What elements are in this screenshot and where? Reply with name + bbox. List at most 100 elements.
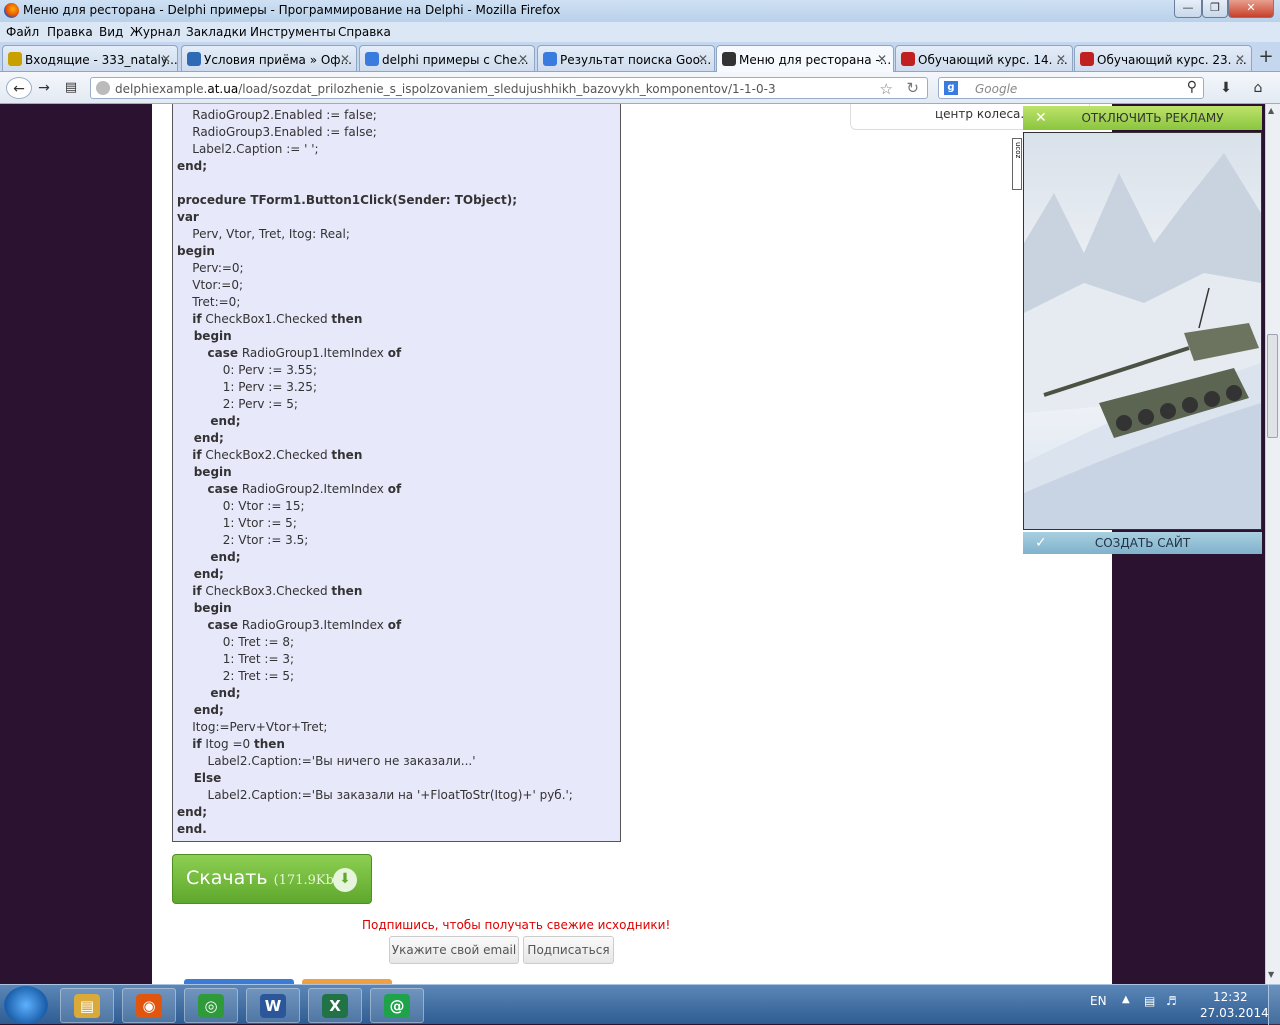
tab-5[interactable]: Меню для ресторана -... ✕ — [716, 45, 894, 72]
create-site-button[interactable]: ✓ СОЗДАТЬ САЙТ — [1023, 532, 1262, 554]
back-button[interactable]: ← — [6, 77, 32, 99]
code-line: Perv, Vtor, Tret, Itog: Real; — [177, 227, 350, 241]
reload-icon[interactable]: ↻ — [906, 79, 919, 97]
mail-agent-icon: @ — [384, 994, 410, 1018]
maximize-button[interactable]: ❐ — [1202, 0, 1228, 18]
code-line: Perv:=0; — [177, 261, 244, 275]
code-line: case RadioGroup2.ItemIndex of — [207, 482, 402, 496]
tab-bar: + Входящие - 333_nataly... ✕ Условия приём… — [0, 42, 1280, 72]
tab-6[interactable]: Обучающий курс. 14. ... ✕ — [895, 45, 1073, 71]
bookmarks-list-icon[interactable]: ▤ — [60, 77, 82, 99]
code-line: 2: Tret := 5; — [177, 669, 294, 683]
home-icon[interactable]: ⌂ — [1246, 77, 1270, 99]
window-titlebar: Меню для ресторана - Delphi примеры - Пр… — [0, 0, 1280, 22]
download-button[interactable]: Скачать (171.9Kb) ⬇ — [172, 854, 372, 904]
close-button[interactable]: ✕ — [1228, 0, 1274, 18]
code-line: var — [177, 210, 199, 224]
window-title: Меню для ресторана - Delphi примеры - Пр… — [23, 3, 561, 17]
tab-close-icon[interactable]: ✕ — [1056, 52, 1066, 66]
menu-bar: Файл Правка Вид Журнал Закладки Инструме… — [0, 22, 1280, 42]
tab-favicon-icon — [8, 52, 22, 66]
vertical-scrollbar[interactable]: ▲ ▼ — [1265, 104, 1280, 984]
subscribe-button[interactable]: Подписаться — [523, 936, 614, 964]
scroll-down-icon[interactable]: ▼ — [1268, 970, 1274, 979]
tab-close-icon[interactable]: ✕ — [161, 52, 171, 66]
code-line: 0: Tret := 8; — [177, 635, 294, 649]
code-line: 0: Vtor := 15; — [177, 499, 305, 513]
magnifier-icon[interactable]: ⚲ — [1187, 79, 1197, 95]
code-line: end; — [177, 805, 208, 819]
chrome-icon: ◎ — [198, 994, 224, 1018]
new-tab-button[interactable]: + — [1256, 47, 1276, 67]
code-line: end; — [177, 431, 224, 445]
bookmark-star-icon[interactable]: ☆ — [880, 80, 893, 98]
tab-close-icon[interactable]: ✕ — [518, 52, 528, 66]
scrollbar-thumb[interactable] — [1267, 334, 1278, 438]
taskbar-app-firefox[interactable]: ◉ — [122, 988, 176, 1023]
menu-view[interactable]: Вид — [99, 25, 123, 39]
taskbar-app-explorer[interactable]: ▤ — [60, 988, 114, 1023]
menu-help[interactable]: Справка — [338, 25, 391, 39]
tab-close-icon[interactable]: ✕ — [698, 52, 708, 66]
network-icon[interactable]: ▤ — [1144, 994, 1155, 1008]
start-button[interactable] — [4, 986, 48, 1024]
code-line: begin — [177, 465, 232, 479]
search-input[interactable]: g Google ⚲ — [938, 77, 1204, 99]
tab-close-icon[interactable]: ✕ — [877, 52, 887, 66]
code-line: Label2.Caption:='Вы заказали на '+FloatT… — [177, 788, 573, 802]
tab-label: Результат поиска Goo... — [560, 53, 712, 67]
show-desktop-button[interactable] — [1268, 985, 1280, 1025]
code-line: if CheckBox2.Checked then — [192, 448, 363, 462]
tab-close-icon[interactable]: ✕ — [1235, 52, 1245, 66]
menu-tools[interactable]: Инструменты — [250, 25, 336, 39]
ad-banner-image[interactable] — [1023, 132, 1262, 530]
ucoz-side-tab[interactable]: ucoz — [1012, 138, 1022, 190]
tank-illustration — [1024, 153, 1261, 529]
scroll-up-icon[interactable]: ▲ — [1268, 106, 1274, 115]
tab-close-icon[interactable]: ✕ — [340, 52, 350, 66]
menu-edit[interactable]: Правка — [47, 25, 93, 39]
taskbar-app-excel[interactable]: X — [308, 988, 362, 1023]
tab-2[interactable]: Условия приёма » Оф... ✕ — [181, 45, 357, 71]
tray-expand-icon[interactable]: ▲ — [1122, 994, 1130, 1005]
downloads-icon[interactable]: ⬇ — [1214, 77, 1238, 99]
clock-time[interactable]: 12:32 — [1213, 990, 1248, 1004]
code-line: end; — [177, 159, 208, 173]
taskbar-app-chrome[interactable]: ◎ — [184, 988, 238, 1023]
language-indicator[interactable]: EN — [1090, 994, 1107, 1008]
close-icon: ✕ — [1035, 110, 1047, 126]
tab-4[interactable]: Результат поиска Goo... ✕ — [537, 45, 715, 71]
url-bar[interactable]: delphiexample.at.ua/load/sozdat_prilozhe… — [90, 77, 928, 99]
code-line: Else — [177, 771, 222, 785]
disable-ads-button[interactable]: ✕ ОТКЛЮЧИТЬ РЕКЛАМУ — [1023, 106, 1262, 130]
download-arrow-icon: ⬇ — [333, 868, 357, 892]
disable-ads-label: ОТКЛЮЧИТЬ РЕКЛАМУ — [1081, 111, 1224, 125]
tab-1[interactable]: Входящие - 333_nataly... ✕ — [2, 45, 178, 71]
tab-7[interactable]: Обучающий курс. 23. ... ✕ — [1074, 45, 1252, 71]
page-viewport: RadioGroup2.Enabled := false; RadioGroup… — [0, 104, 1265, 984]
menu-bookmarks[interactable]: Закладки — [186, 25, 247, 39]
tab-favicon-icon — [901, 52, 915, 66]
volume-icon[interactable]: ♬ — [1166, 994, 1177, 1008]
tab-label: delphi примеры с Che... — [382, 53, 529, 67]
tab-3[interactable]: delphi примеры с Che... ✕ — [359, 45, 535, 71]
email-field[interactable]: Укажите свой email — [389, 936, 519, 964]
code-line: if Itog =0 then — [192, 737, 285, 751]
url-host: at.ua — [207, 82, 239, 96]
code-line: case RadioGroup1.ItemIndex of — [207, 346, 402, 360]
code-line: end; — [177, 550, 241, 564]
taskbar-app-mail-agent[interactable]: @ — [370, 988, 424, 1023]
code-block: RadioGroup2.Enabled := false; RadioGroup… — [172, 104, 621, 842]
taskbar-app-word[interactable]: W — [246, 988, 300, 1023]
check-icon: ✓ — [1035, 535, 1047, 551]
menu-file[interactable]: Файл — [6, 25, 39, 39]
forward-button[interactable]: → — [34, 77, 54, 99]
tab-favicon-icon — [722, 52, 736, 66]
clock-date[interactable]: 27.03.2014 — [1200, 1006, 1269, 1020]
word-icon: W — [260, 994, 286, 1018]
site-identity-icon[interactable] — [96, 81, 110, 95]
menu-history[interactable]: Журнал — [130, 25, 181, 39]
code-line: 1: Tret := 3; — [177, 652, 294, 666]
code-line: procedure TForm1.Button1Click(Sender: TO… — [177, 193, 518, 207]
minimize-button[interactable]: — — [1174, 0, 1202, 18]
